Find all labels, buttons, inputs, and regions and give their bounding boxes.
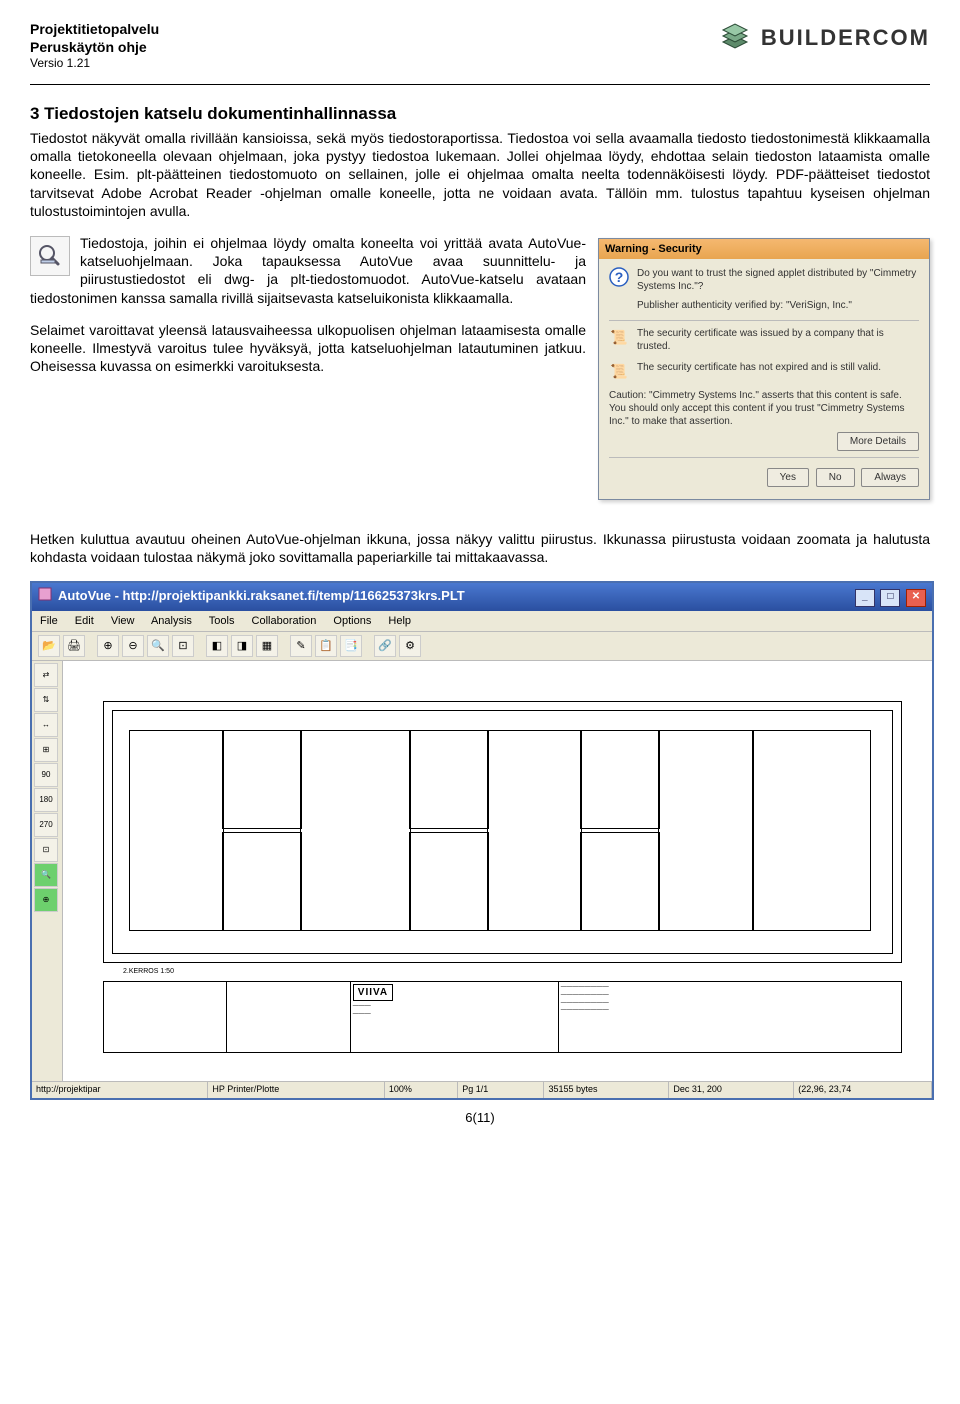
paragraph-1: Tiedostot näkyvät omalla rivillään kansi… (30, 129, 930, 220)
menu-collaboration[interactable]: Collaboration (252, 615, 317, 627)
window-controls: _ □ ✕ (853, 587, 926, 607)
side-tool[interactable]: ⊞ (34, 738, 58, 762)
autovue-titlebar: AutoVue - http://projektipankki.raksanet… (32, 583, 932, 611)
tool-button[interactable]: ▦ (256, 635, 278, 657)
no-button[interactable]: No (816, 468, 855, 487)
dialog-caution: Caution: "Cimmetry Systems Inc." asserts… (609, 389, 919, 428)
side-tool[interactable]: 🔍 (34, 863, 58, 887)
maximize-button[interactable]: □ (880, 589, 900, 607)
print-button[interactable]: 🖨 (63, 635, 85, 657)
tool-button[interactable]: ◧ (206, 635, 228, 657)
minimize-button[interactable]: _ (855, 589, 875, 607)
floorplan-drawing (103, 701, 902, 963)
autovue-side-toolbar: ⇄ ⇅ ↔ ⊞ 90 180 270 ⊡ 🔍 ⊕ (32, 661, 63, 1081)
dialog-cert1: The security certificate was issued by a… (637, 327, 919, 353)
status-url: http://projektipar (32, 1082, 208, 1098)
tool-button[interactable]: ✎ (290, 635, 312, 657)
doc-title: Projektitietopalvelu (30, 20, 159, 38)
autovue-toolbar: 📂 🖨 ⊕ ⊖ 🔍 ⊡ ◧ ◨ ▦ ✎ 📋 📑 🔗 ⚙ (32, 632, 932, 661)
status-bytes: 35155 bytes (544, 1082, 669, 1098)
zoom-fit-button[interactable]: 🔍 (147, 635, 169, 657)
tool-button[interactable]: 🔗 (374, 635, 396, 657)
side-tool[interactable]: ⇄ (34, 663, 58, 687)
section-heading: 3 Tiedostojen katselu dokumentinhallinna… (30, 103, 930, 125)
autovue-title: AutoVue - http://projektipankki.raksanet… (58, 588, 465, 605)
menu-file[interactable]: File (40, 615, 58, 627)
question-icon: ? (609, 267, 629, 287)
page-header: Projektitietopalvelu Peruskäytön ohje Ve… (30, 20, 930, 80)
status-printer: HP Printer/Plotte (208, 1082, 384, 1098)
dialog-title: Warning - Security (599, 239, 929, 259)
menu-help[interactable]: Help (388, 615, 411, 627)
logo-icon (717, 20, 753, 56)
side-tool[interactable]: ⇅ (34, 688, 58, 712)
menu-tools[interactable]: Tools (209, 615, 235, 627)
dialog-cert2: The security certificate has not expired… (637, 361, 881, 374)
status-page: Pg 1/1 (458, 1082, 544, 1098)
side-rotate-90[interactable]: 90 (34, 763, 58, 787)
paragraph-4: Hetken kuluttua avautuu oheinen AutoVue-… (30, 530, 930, 566)
close-button[interactable]: ✕ (906, 589, 926, 607)
magnifier-icon (30, 236, 70, 276)
autovue-app-icon (38, 587, 52, 606)
yes-button[interactable]: Yes (767, 468, 809, 487)
status-coords: (22,96, 23,74 (794, 1082, 932, 1098)
zoom-area-button[interactable]: ⊡ (172, 635, 194, 657)
tool-button[interactable]: ◨ (231, 635, 253, 657)
logo: BUILDERCOM (717, 20, 930, 56)
side-tool[interactable]: ⊡ (34, 838, 58, 862)
tool-button[interactable]: 📋 (315, 635, 337, 657)
titleblock-brand: VIIVA (353, 984, 393, 1001)
menu-options[interactable]: Options (333, 615, 371, 627)
autovue-canvas[interactable]: 2.KERROS 1:50 VIIVA ——— ——— ———————— ———… (63, 661, 932, 1081)
header-left: Projektitietopalvelu Peruskäytön ohje Ve… (30, 20, 159, 72)
tool-button[interactable]: 📑 (340, 635, 362, 657)
more-details-button[interactable]: More Details (837, 432, 919, 451)
tool-button[interactable]: ⚙ (399, 635, 421, 657)
side-rotate-180[interactable]: 180 (34, 788, 58, 812)
header-separator (30, 84, 930, 85)
side-tool[interactable]: ↔ (34, 713, 58, 737)
menu-edit[interactable]: Edit (75, 615, 94, 627)
side-rotate-270[interactable]: 270 (34, 813, 58, 837)
dialog-authenticity: Publisher authenticity verified by: "Ver… (637, 299, 919, 312)
autovue-statusbar: http://projektipar HP Printer/Plotte 100… (32, 1081, 932, 1098)
side-tool[interactable]: ⊕ (34, 888, 58, 912)
security-warning-dialog: Warning - Security ? Do you want to trus… (598, 238, 930, 500)
always-button[interactable]: Always (861, 468, 919, 487)
zoom-out-button[interactable]: ⊖ (122, 635, 144, 657)
svg-text:?: ? (615, 269, 624, 285)
drawing-label: 2.KERROS 1:50 (123, 967, 174, 976)
open-button[interactable]: 📂 (38, 635, 60, 657)
cert-icon: 📜 (609, 327, 629, 347)
cert-icon: 📜 (609, 361, 629, 381)
doc-subtitle: Peruskäytön ohje (30, 38, 159, 56)
autovue-window: AutoVue - http://projektipankki.raksanet… (30, 581, 934, 1100)
dialog-question: Do you want to trust the signed applet d… (637, 267, 919, 293)
page-number: 6(11) (30, 1110, 930, 1127)
menu-view[interactable]: View (111, 615, 135, 627)
doc-version: Versio 1.21 (30, 56, 159, 72)
status-zoom: 100% (385, 1082, 458, 1098)
zoom-in-button[interactable]: ⊕ (97, 635, 119, 657)
status-date: Dec 31, 200 (669, 1082, 794, 1098)
menu-analysis[interactable]: Analysis (151, 615, 192, 627)
autovue-menubar: File Edit View Analysis Tools Collaborat… (32, 611, 932, 632)
logo-text: BUILDERCOM (761, 24, 930, 53)
drawing-titleblock: VIIVA ——— ——— ———————— ———————— ————————… (103, 981, 902, 1053)
